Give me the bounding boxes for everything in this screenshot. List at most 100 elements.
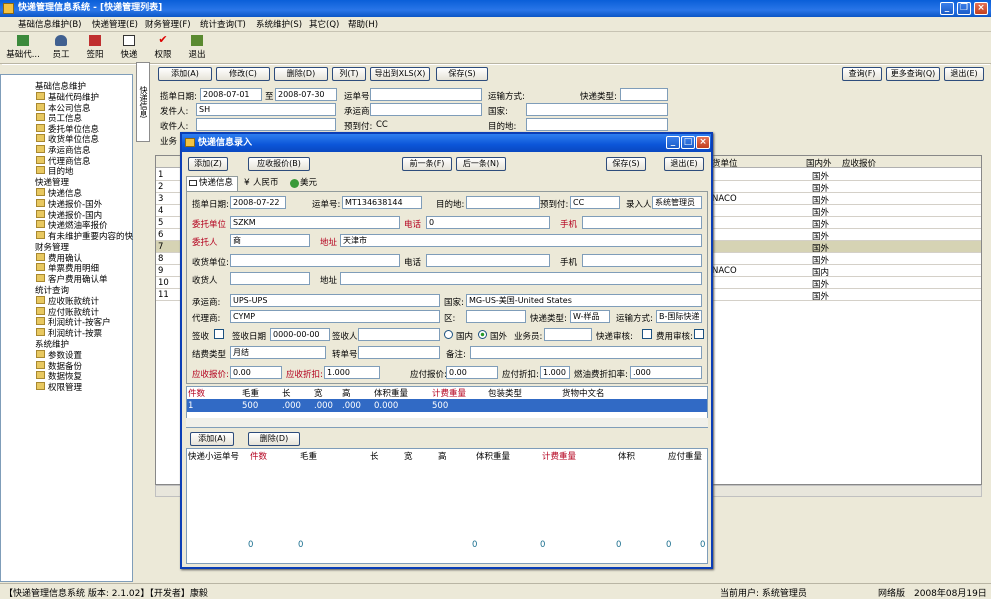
dialog-maximize-icon[interactable]: □ (681, 136, 695, 149)
tool-basic-button[interactable]: 基础代... (6, 34, 40, 62)
more-query-button[interactable]: 更多查询(Q) (886, 67, 940, 81)
foreign-radio[interactable] (478, 330, 487, 339)
status-edition: 网络版 (878, 589, 906, 599)
piece-scrollbar[interactable] (186, 418, 708, 427)
carrier-select[interactable]: UPS-UPS (230, 294, 440, 307)
carrier-field[interactable] (370, 103, 482, 116)
fuel-field[interactable]: .000 (630, 366, 702, 379)
receiver-unit-select[interactable] (230, 254, 400, 267)
menu-system[interactable]: 系统维护(S) (256, 18, 302, 30)
pay-disc-field[interactable]: 1.000 (540, 366, 570, 379)
phone2-field[interactable] (426, 254, 550, 267)
ship-select[interactable]: B-国际快递 (656, 310, 702, 323)
express-type-field[interactable] (620, 88, 668, 101)
dest-field[interactable] (526, 118, 668, 131)
query-button[interactable]: 查询(F) (842, 67, 882, 81)
piece-delete-button[interactable]: 删除(D) (248, 432, 300, 446)
agent-select[interactable]: CYMP (230, 310, 440, 323)
prepaid-field[interactable]: CC (570, 196, 620, 209)
dialog-minimize-icon[interactable]: _ (666, 136, 680, 149)
dialog-exit-button[interactable]: 退出(E) (664, 157, 704, 171)
receiver-field[interactable] (230, 272, 310, 285)
tool-permission-button[interactable]: ✔ 权限 (146, 34, 180, 62)
mobile-field[interactable] (582, 216, 702, 229)
pay-quote-field[interactable]: 0.00 (446, 366, 498, 379)
tool-exit-button[interactable]: 退出 (180, 34, 214, 62)
sub-col-header: 毛重 (300, 452, 318, 462)
export-xls-button[interactable]: 导出到XLS(X) (370, 67, 430, 81)
close-icon[interactable]: × (974, 2, 988, 15)
entry-field[interactable]: 系统管理员 (652, 196, 702, 209)
dialog-save-button[interactable]: 保存(S) (606, 157, 646, 171)
address2-field[interactable] (340, 272, 702, 285)
district-select[interactable] (466, 310, 526, 323)
dest-select[interactable] (466, 196, 540, 209)
signer-field[interactable] (358, 328, 440, 341)
piece-add-button[interactable]: 添加(A) (190, 432, 234, 446)
tool-sign-button[interactable]: 签阳 (78, 34, 112, 62)
piece-cell: .000 (314, 401, 333, 411)
sender-field[interactable]: SH (196, 103, 336, 116)
date-label: 揽单日期: (160, 92, 197, 102)
next-button[interactable]: 后一条(N) (456, 157, 506, 171)
receiver-field[interactable] (196, 118, 336, 131)
date-from-field[interactable]: 2008-07-01 (200, 88, 262, 101)
waybill-field[interactable] (370, 88, 482, 101)
sign-checkbox[interactable] (214, 329, 224, 339)
item-icon (36, 327, 45, 336)
columns-button[interactable]: 列(T) (332, 67, 366, 81)
sub-waybill-grid[interactable] (186, 448, 708, 564)
menu-finance[interactable]: 财务管理(F) (145, 18, 191, 30)
order-date-field[interactable]: 2008-07-22 (230, 196, 286, 209)
recv-quote-field[interactable]: 0.00 (230, 366, 282, 379)
mobile2-field[interactable] (582, 254, 702, 267)
item-icon (36, 350, 45, 358)
note-field[interactable] (470, 346, 702, 359)
staff-select[interactable] (544, 328, 592, 341)
express-type-select[interactable]: W-样品 (570, 310, 610, 323)
restore-icon[interactable]: ❐ (957, 2, 971, 15)
sign-date-field[interactable]: 0000-00-00 (270, 328, 330, 341)
pay-quote-label: 应付报价: (410, 370, 447, 380)
address-field[interactable]: 天津市 (340, 234, 702, 247)
add-button[interactable]: 添加(A) (158, 67, 212, 81)
phone-field[interactable]: 0 (426, 216, 550, 229)
consignor-select[interactable]: SZKM (230, 216, 400, 229)
sign-label: 签收 (192, 332, 210, 342)
sub-col-header: 体积 (618, 452, 636, 462)
waybill-field[interactable]: MT134638144 (342, 196, 422, 209)
consignor-person-field[interactable]: 商 (230, 234, 310, 247)
menu-help[interactable]: 帮助(H) (348, 18, 378, 30)
tab-express-info[interactable]: 快递信息 (136, 62, 150, 142)
audit-checkbox[interactable] (642, 329, 652, 339)
tree-item[interactable]: 权限管理 (48, 381, 82, 393)
envelope-icon (189, 180, 197, 186)
item-icon (36, 252, 45, 261)
date-to-field[interactable]: 2008-07-30 (275, 88, 337, 101)
item-icon (36, 263, 45, 272)
edit-button[interactable]: 修改(C) (216, 67, 270, 81)
settle-field[interactable]: 月结 (230, 346, 326, 359)
menu-express[interactable]: 快递管理(E) (92, 18, 138, 30)
agent-label: 代理商: (192, 314, 221, 324)
dialog-add-button[interactable]: 添加(Z) (188, 157, 228, 171)
exit-button[interactable]: 退出(E) (944, 67, 984, 81)
recv-disc-field[interactable]: 1.000 (324, 366, 380, 379)
country-field[interactable] (526, 103, 668, 116)
window-title: 快递管理信息系统 - [快递管理列表] (0, 0, 991, 17)
prev-button[interactable]: 前一条(F) (402, 157, 452, 171)
minimize-icon[interactable]: _ (940, 2, 954, 15)
tool-express-button[interactable]: 快递 (112, 34, 146, 62)
transfer-field[interactable] (358, 346, 440, 359)
menu-basic[interactable]: 基础信息维护(B) (18, 18, 81, 30)
country-select[interactable]: MG-US-美国-United States (466, 294, 702, 307)
tool-staff-button[interactable]: 员工 (44, 34, 78, 62)
fee-audit-checkbox[interactable] (694, 329, 704, 339)
menu-other[interactable]: 其它(Q) (309, 18, 339, 30)
save-button[interactable]: 保存(S) (436, 67, 488, 81)
dialog-close-icon[interactable]: × (696, 136, 710, 149)
menu-stats[interactable]: 统计查询(T) (200, 18, 246, 30)
quote-button[interactable]: 应收报价(B) (248, 157, 310, 171)
domestic-radio[interactable] (444, 330, 453, 339)
delete-button[interactable]: 删除(D) (274, 67, 328, 81)
